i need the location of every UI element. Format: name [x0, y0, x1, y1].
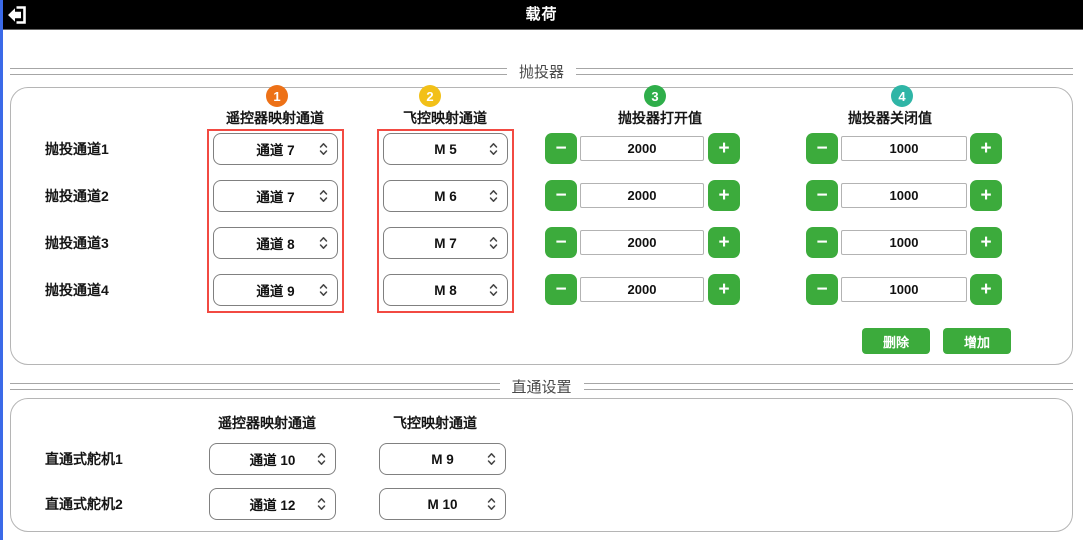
titlebar: 载荷 [0, 0, 1083, 30]
close-value-plus-button[interactable]: + [970, 180, 1002, 211]
open-value-minus-button[interactable]: − [545, 180, 577, 211]
step-badge-2: 2 [419, 85, 441, 107]
select-stepper-icon [319, 189, 328, 203]
close-value-input[interactable] [841, 230, 967, 255]
rc-channel-select[interactable]: 通道 10 [209, 443, 336, 475]
back-button[interactable] [4, 2, 30, 27]
open-value-plus-button[interactable]: + [708, 227, 740, 258]
select-stepper-icon [489, 283, 498, 297]
select-value: 通道 8 [256, 233, 294, 253]
fc-channel-select[interactable]: M 5 [383, 133, 508, 165]
thrower-row-3: 抛投通道3 通道 8 M 7 − + − + [0, 227, 1083, 259]
step-badge-3: 3 [644, 85, 666, 107]
close-value-minus-button[interactable]: − [806, 274, 838, 305]
close-value-plus-button[interactable]: + [970, 274, 1002, 305]
section-divider-passthrough: 直通设置 [10, 379, 1073, 393]
open-value-input[interactable] [580, 136, 704, 161]
select-value: M 8 [434, 283, 457, 298]
open-value-plus-button[interactable]: + [708, 180, 740, 211]
open-value-input[interactable] [580, 277, 704, 302]
open-value-minus-button[interactable]: − [545, 227, 577, 258]
row-label: 抛投通道4 [45, 274, 109, 306]
close-value-input[interactable] [841, 277, 967, 302]
rc-channel-select[interactable]: 通道 12 [209, 488, 336, 520]
passthrough-row-1: 直通式舵机1 通道 10 M 9 [0, 443, 1083, 475]
section-title-passthrough: 直通设置 [512, 376, 572, 397]
select-value: M 10 [427, 497, 457, 512]
select-value: M 6 [434, 189, 457, 204]
select-stepper-icon [489, 236, 498, 250]
close-value-minus-button[interactable]: − [806, 180, 838, 211]
close-value-minus-button[interactable]: − [806, 227, 838, 258]
select-stepper-icon [489, 189, 498, 203]
column-header-close-value: 抛投器关闭值 [805, 108, 975, 128]
payload-page: 载荷 抛投器 1 2 3 4 遥控器映射通道 飞控映射通道 抛投器打开值 抛投器… [0, 0, 1083, 540]
window-left-edge [0, 0, 3, 540]
open-value-input[interactable] [580, 183, 704, 208]
row-label: 抛投通道3 [45, 227, 109, 259]
select-value: M 5 [434, 142, 457, 157]
open-value-minus-button[interactable]: − [545, 274, 577, 305]
select-stepper-icon [487, 452, 496, 466]
select-stepper-icon [489, 142, 498, 156]
step-badge-1: 1 [266, 85, 288, 107]
select-value: 通道 7 [256, 139, 294, 159]
select-stepper-icon [487, 497, 496, 511]
open-value-input[interactable] [580, 230, 704, 255]
thrower-row-4: 抛投通道4 通道 9 M 8 − + − + [0, 274, 1083, 306]
close-value-input[interactable] [841, 136, 967, 161]
close-value-plus-button[interactable]: + [970, 133, 1002, 164]
select-stepper-icon [319, 236, 328, 250]
row-label: 抛投通道2 [45, 180, 109, 212]
delete-button[interactable]: 删除 [862, 328, 930, 354]
fc-channel-select[interactable]: M 10 [379, 488, 506, 520]
column-header-rc-channel: 遥控器映射通道 [190, 108, 360, 128]
column-header-fc-channel: 飞控映射通道 [360, 108, 530, 128]
fc-channel-select[interactable]: M 7 [383, 227, 508, 259]
thrower-row-2: 抛投通道2 通道 7 M 6 − + − + [0, 180, 1083, 212]
section-title-thrower: 抛投器 [519, 61, 564, 82]
close-value-minus-button[interactable]: − [806, 133, 838, 164]
select-value: M 9 [431, 452, 454, 467]
select-stepper-icon [319, 142, 328, 156]
select-stepper-icon [319, 283, 328, 297]
select-value: 通道 12 [250, 494, 296, 514]
row-label: 直通式舵机1 [45, 443, 123, 475]
divider-line [10, 68, 507, 75]
rc-channel-select[interactable]: 通道 8 [213, 227, 338, 259]
open-value-plus-button[interactable]: + [708, 274, 740, 305]
select-value: 通道 10 [250, 449, 296, 469]
add-button[interactable]: 增加 [943, 328, 1011, 354]
select-value: 通道 9 [256, 280, 294, 300]
step-badge-4: 4 [891, 85, 913, 107]
column-header-fc-channel: 飞控映射通道 [350, 413, 520, 433]
panel-thrower [10, 87, 1073, 365]
divider-line [576, 68, 1073, 75]
fc-channel-select[interactable]: M 6 [383, 180, 508, 212]
column-header-open-value: 抛投器打开值 [575, 108, 745, 128]
select-stepper-icon [317, 497, 326, 511]
row-label: 直通式舵机2 [45, 488, 123, 520]
close-value-plus-button[interactable]: + [970, 227, 1002, 258]
row-label: 抛投通道1 [45, 133, 109, 165]
open-value-plus-button[interactable]: + [708, 133, 740, 164]
passthrough-row-2: 直通式舵机2 通道 12 M 10 [0, 488, 1083, 520]
rc-channel-select[interactable]: 通道 7 [213, 180, 338, 212]
open-value-minus-button[interactable]: − [545, 133, 577, 164]
fc-channel-select[interactable]: M 9 [379, 443, 506, 475]
divider-line [584, 383, 1074, 390]
back-icon [5, 3, 29, 27]
select-stepper-icon [317, 452, 326, 466]
thrower-row-1: 抛投通道1 通道 7 M 5 − + − + [0, 133, 1083, 165]
rc-channel-select[interactable]: 通道 9 [213, 274, 338, 306]
section-divider-thrower: 抛投器 [10, 64, 1073, 78]
select-value: M 7 [434, 236, 457, 251]
close-value-input[interactable] [841, 183, 967, 208]
rc-channel-select[interactable]: 通道 7 [213, 133, 338, 165]
divider-line [10, 383, 500, 390]
page-title: 载荷 [0, 0, 1083, 29]
column-header-rc-channel: 遥控器映射通道 [182, 413, 352, 433]
fc-channel-select[interactable]: M 8 [383, 274, 508, 306]
select-value: 通道 7 [256, 186, 294, 206]
